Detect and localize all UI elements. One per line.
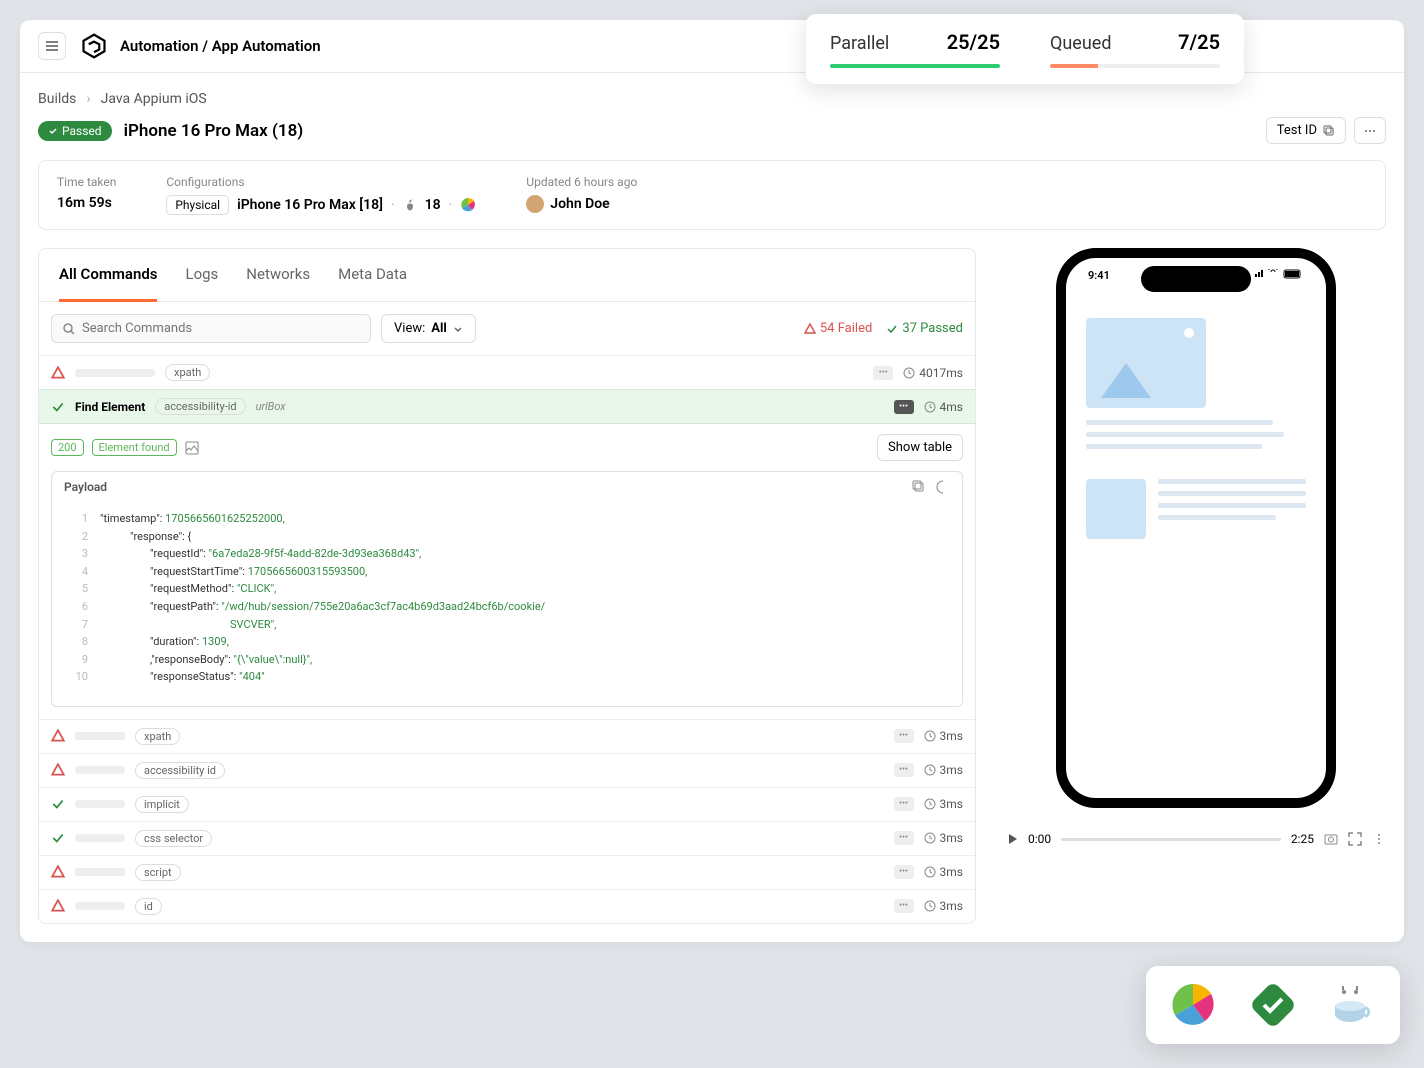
payload-label: Payload [64,480,107,494]
framework-logos [1146,966,1400,1044]
config-label: Configurations [166,175,476,189]
tab-networks[interactable]: Networks [246,249,310,301]
appium-icon [1170,982,1216,1028]
tab-metadata[interactable]: Meta Data [338,249,407,301]
play-icon[interactable] [1006,833,1018,845]
framework-icon [460,197,476,213]
search-icon [62,322,76,336]
command-row[interactable]: script ••• 3ms [39,855,975,889]
info-panel: Time taken 16m 59s Configurations Physic… [38,160,1386,230]
pass-icon [51,400,65,414]
playback-total: 2:25 [1291,832,1314,846]
clock-icon [903,367,915,379]
row-menu[interactable]: ••• [894,729,914,743]
chevron-right-icon: › [86,91,90,107]
phone-signal [1254,269,1304,282]
command-row[interactable]: accessibility id ••• 3ms [39,753,975,787]
tab-all-commands[interactable]: All Commands [59,249,157,302]
failed-count: 54 Failed [804,321,872,336]
espresso-icon [1330,982,1376,1028]
more-vert-icon[interactable] [1372,832,1386,846]
image-icon[interactable] [185,441,199,455]
playback-bar[interactable]: 0:00 2:25 [1006,828,1386,850]
more-button[interactable] [1354,117,1386,144]
tab-logs[interactable]: Logs [185,249,218,301]
apple-icon [403,198,417,212]
phone-time: 9:41 [1088,269,1110,282]
status-text: Element found [92,439,177,456]
row-menu[interactable]: ••• [894,797,914,811]
row-menu[interactable]: ••• [894,831,914,845]
pass-icon [51,831,65,845]
parallel-value: 25/25 [947,30,1000,54]
fail-icon [51,729,65,743]
command-row[interactable]: id ••• 3ms [39,889,975,923]
fail-icon [51,763,65,777]
status-badge: Passed [38,121,112,141]
copy-icon [1323,125,1335,137]
command-row-expanded[interactable]: Find Element accessibility-id urlBox •••… [39,389,975,423]
row-menu[interactable]: ••• [894,865,914,879]
row-menu[interactable]: ••• [894,763,914,777]
time-label: Time taken [57,175,116,189]
row-menu[interactable]: ••• [894,899,914,913]
breadcrumb-current: Java Appium iOS [101,91,207,107]
camera-icon[interactable] [1324,832,1338,846]
theme-icon[interactable] [936,480,950,494]
fullscreen-icon[interactable] [1348,832,1362,846]
fail-icon [51,366,65,380]
os-version: 18 [425,197,441,213]
command-row[interactable]: xpath ••• 4017ms [39,355,975,389]
fail-icon [51,899,65,913]
time-value: 16m 59s [57,195,116,211]
show-table-button[interactable]: Show table [877,434,963,461]
copy-icon[interactable] [912,480,926,494]
command-row[interactable]: css selector ••• 3ms [39,821,975,855]
view-dropdown[interactable]: View: All [381,314,476,343]
breadcrumb-root[interactable]: Builds [38,91,76,107]
command-row[interactable]: xpath ••• 3ms [39,719,975,753]
menu-button[interactable] [38,32,66,60]
passed-count: 37 Passed [886,321,963,336]
row-menu[interactable]: ••• [894,400,914,414]
chevron-down-icon [453,324,463,334]
playback-current: 0:00 [1028,832,1051,846]
row-menu[interactable]: ••• [873,366,893,380]
dots-icon [1363,124,1377,138]
fail-icon [51,865,65,879]
brand-logo [80,32,108,60]
parallel-label: Parallel [830,33,889,54]
search-input[interactable] [51,314,371,343]
top-breadcrumb: Automation / App Automation [120,37,321,55]
queued-label: Queued [1050,33,1111,54]
payload-code: 1"timestamp": 1705665601625252000, 2"res… [52,502,962,706]
test-id-button[interactable]: Test ID [1266,117,1346,144]
device-preview: 9:41 [1056,248,1336,808]
command-row[interactable]: implicit ••• 3ms [39,787,975,821]
queued-value: 7/25 [1178,30,1220,54]
avatar [526,195,544,213]
physical-chip: Physical [166,195,229,215]
updated-label: Updated 6 hours ago [526,175,637,189]
user-name: John Doe [550,196,609,212]
command-name: Find Element [75,400,145,414]
status-code: 200 [51,439,84,456]
device-name: iPhone 16 Pro Max [18] [237,197,383,213]
pass-icon [51,797,65,811]
check-diamond-icon [1250,982,1296,1028]
page-title: iPhone 16 Pro Max (18) [124,121,304,141]
stats-overlay: Parallel 25/25 Queued 7/25 [806,14,1244,84]
